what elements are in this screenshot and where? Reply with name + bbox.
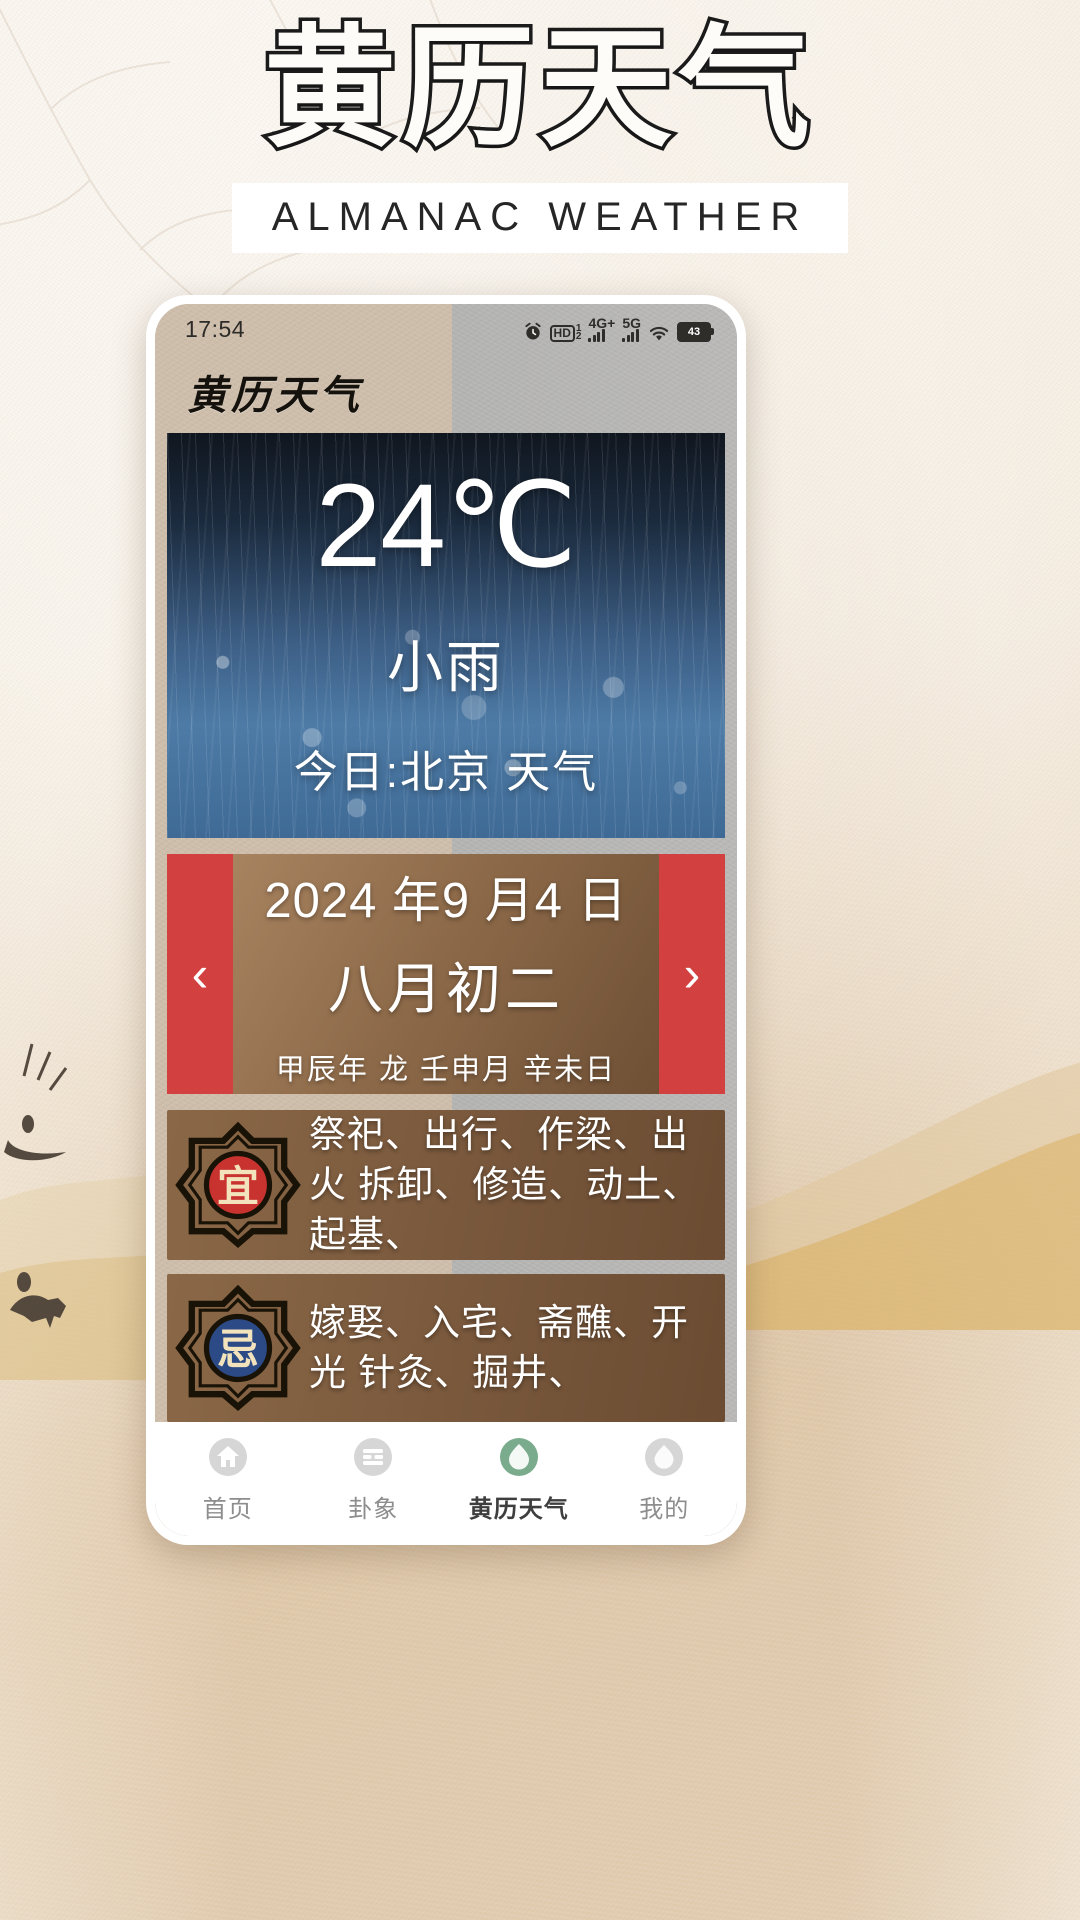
phone-screen: 17:54 HD 1 2 4G+ 5G 43 黄历天气 24℃ 小雨 今日:北京…: [155, 304, 737, 1536]
auspicious-text: 祭祀、出行、作梁、出火 拆卸、修造、动土、起基、: [309, 1114, 701, 1256]
network-5g-label: 5G: [622, 314, 641, 331]
bottom-tab-bar: 首页 卦象 黄历天气 我的: [155, 1421, 738, 1536]
hd-voice-icon: HD 1 2: [549, 324, 582, 343]
tab-hexagram[interactable]: 卦象: [301, 1433, 447, 1524]
inauspicious-card[interactable]: 忌 嫁娶、入宅、斋醮、开光 针灸、掘井、: [167, 1274, 725, 1422]
solar-date: 2024 年9 月4 日: [264, 873, 628, 928]
date-card-content[interactable]: 2024 年9 月4 日 八月初二 甲辰年 龙 壬申月 辛未日: [233, 854, 659, 1095]
hd-sim-2-label: 2: [575, 331, 582, 343]
svg-text:忌: 忌: [217, 1325, 259, 1374]
tab-almanac-weather[interactable]: 黄历天气: [446, 1433, 592, 1524]
tab-profile[interactable]: 我的: [592, 1433, 738, 1524]
ji-seal-icon: 忌: [175, 1284, 301, 1411]
inauspicious-text: 嫁娶、入宅、斋醮、开光 针灸、掘井、: [309, 1301, 689, 1393]
tab-almanac-weather-label: 黄历天气: [468, 1496, 569, 1524]
app-logo: 黄历天气: [155, 349, 737, 433]
signal-5g-icon: 5G: [622, 314, 641, 342]
hexagram-icon: [349, 1433, 397, 1481]
poster-headline: 黄历天气 ALMANAC WEATHER: [0, 12, 1080, 253]
signal-4g-icon: 4G+: [588, 314, 616, 342]
date-card: ‹ 2024 年9 月4 日 八月初二 甲辰年 龙 壬申月 辛未日 ›: [167, 854, 725, 1095]
phone-mockup: 17:54 HD 1 2 4G+ 5G 43 黄历天气 24℃ 小雨 今日:北京…: [146, 295, 746, 1545]
status-time: 17:54: [185, 315, 246, 342]
tab-home-label: 首页: [202, 1496, 253, 1524]
tab-home[interactable]: 首页: [155, 1433, 301, 1524]
status-bar: 17:54 HD 1 2 4G+ 5G 43: [155, 310, 737, 349]
weather-condition: 小雨: [387, 635, 505, 699]
alarm-icon: [523, 322, 543, 342]
battery-level-label: 43: [679, 323, 709, 340]
app-logo-label: 黄历天气: [187, 371, 363, 419]
auspicious-card[interactable]: 宜 祭祀、出行、作梁、出火 拆卸、修造、动土、起基、: [167, 1110, 725, 1261]
ganzhi-line: 甲辰年 龙 壬申月 辛未日: [275, 1053, 617, 1086]
wifi-icon: [648, 325, 670, 342]
home-icon: [204, 1433, 252, 1481]
yi-seal-icon: 宜: [175, 1122, 301, 1249]
weather-card[interactable]: 24℃ 小雨 今日:北京 天气: [167, 432, 725, 839]
poster-title-cn: 黄历天气: [261, 12, 816, 166]
tab-hexagram-label: 卦象: [348, 1496, 399, 1524]
svg-text:宜: 宜: [217, 1162, 259, 1211]
profile-icon: [640, 1433, 688, 1481]
almanac-weather-icon: [495, 1433, 543, 1481]
status-icon-group: HD 1 2 4G+ 5G 43: [523, 314, 714, 343]
prev-day-button[interactable]: ‹: [167, 854, 233, 1095]
poster-title-en: ALMANAC WEATHER: [231, 182, 849, 253]
battery-icon: 43: [677, 321, 714, 342]
lunar-date: 八月初二: [327, 957, 564, 1020]
tab-profile-label: 我的: [639, 1496, 690, 1524]
next-day-button[interactable]: ›: [659, 854, 725, 1095]
weather-location-line: 今日:北京 天气: [293, 747, 599, 797]
network-4g-label: 4G+: [588, 314, 616, 331]
current-temperature: 24℃: [315, 459, 578, 592]
